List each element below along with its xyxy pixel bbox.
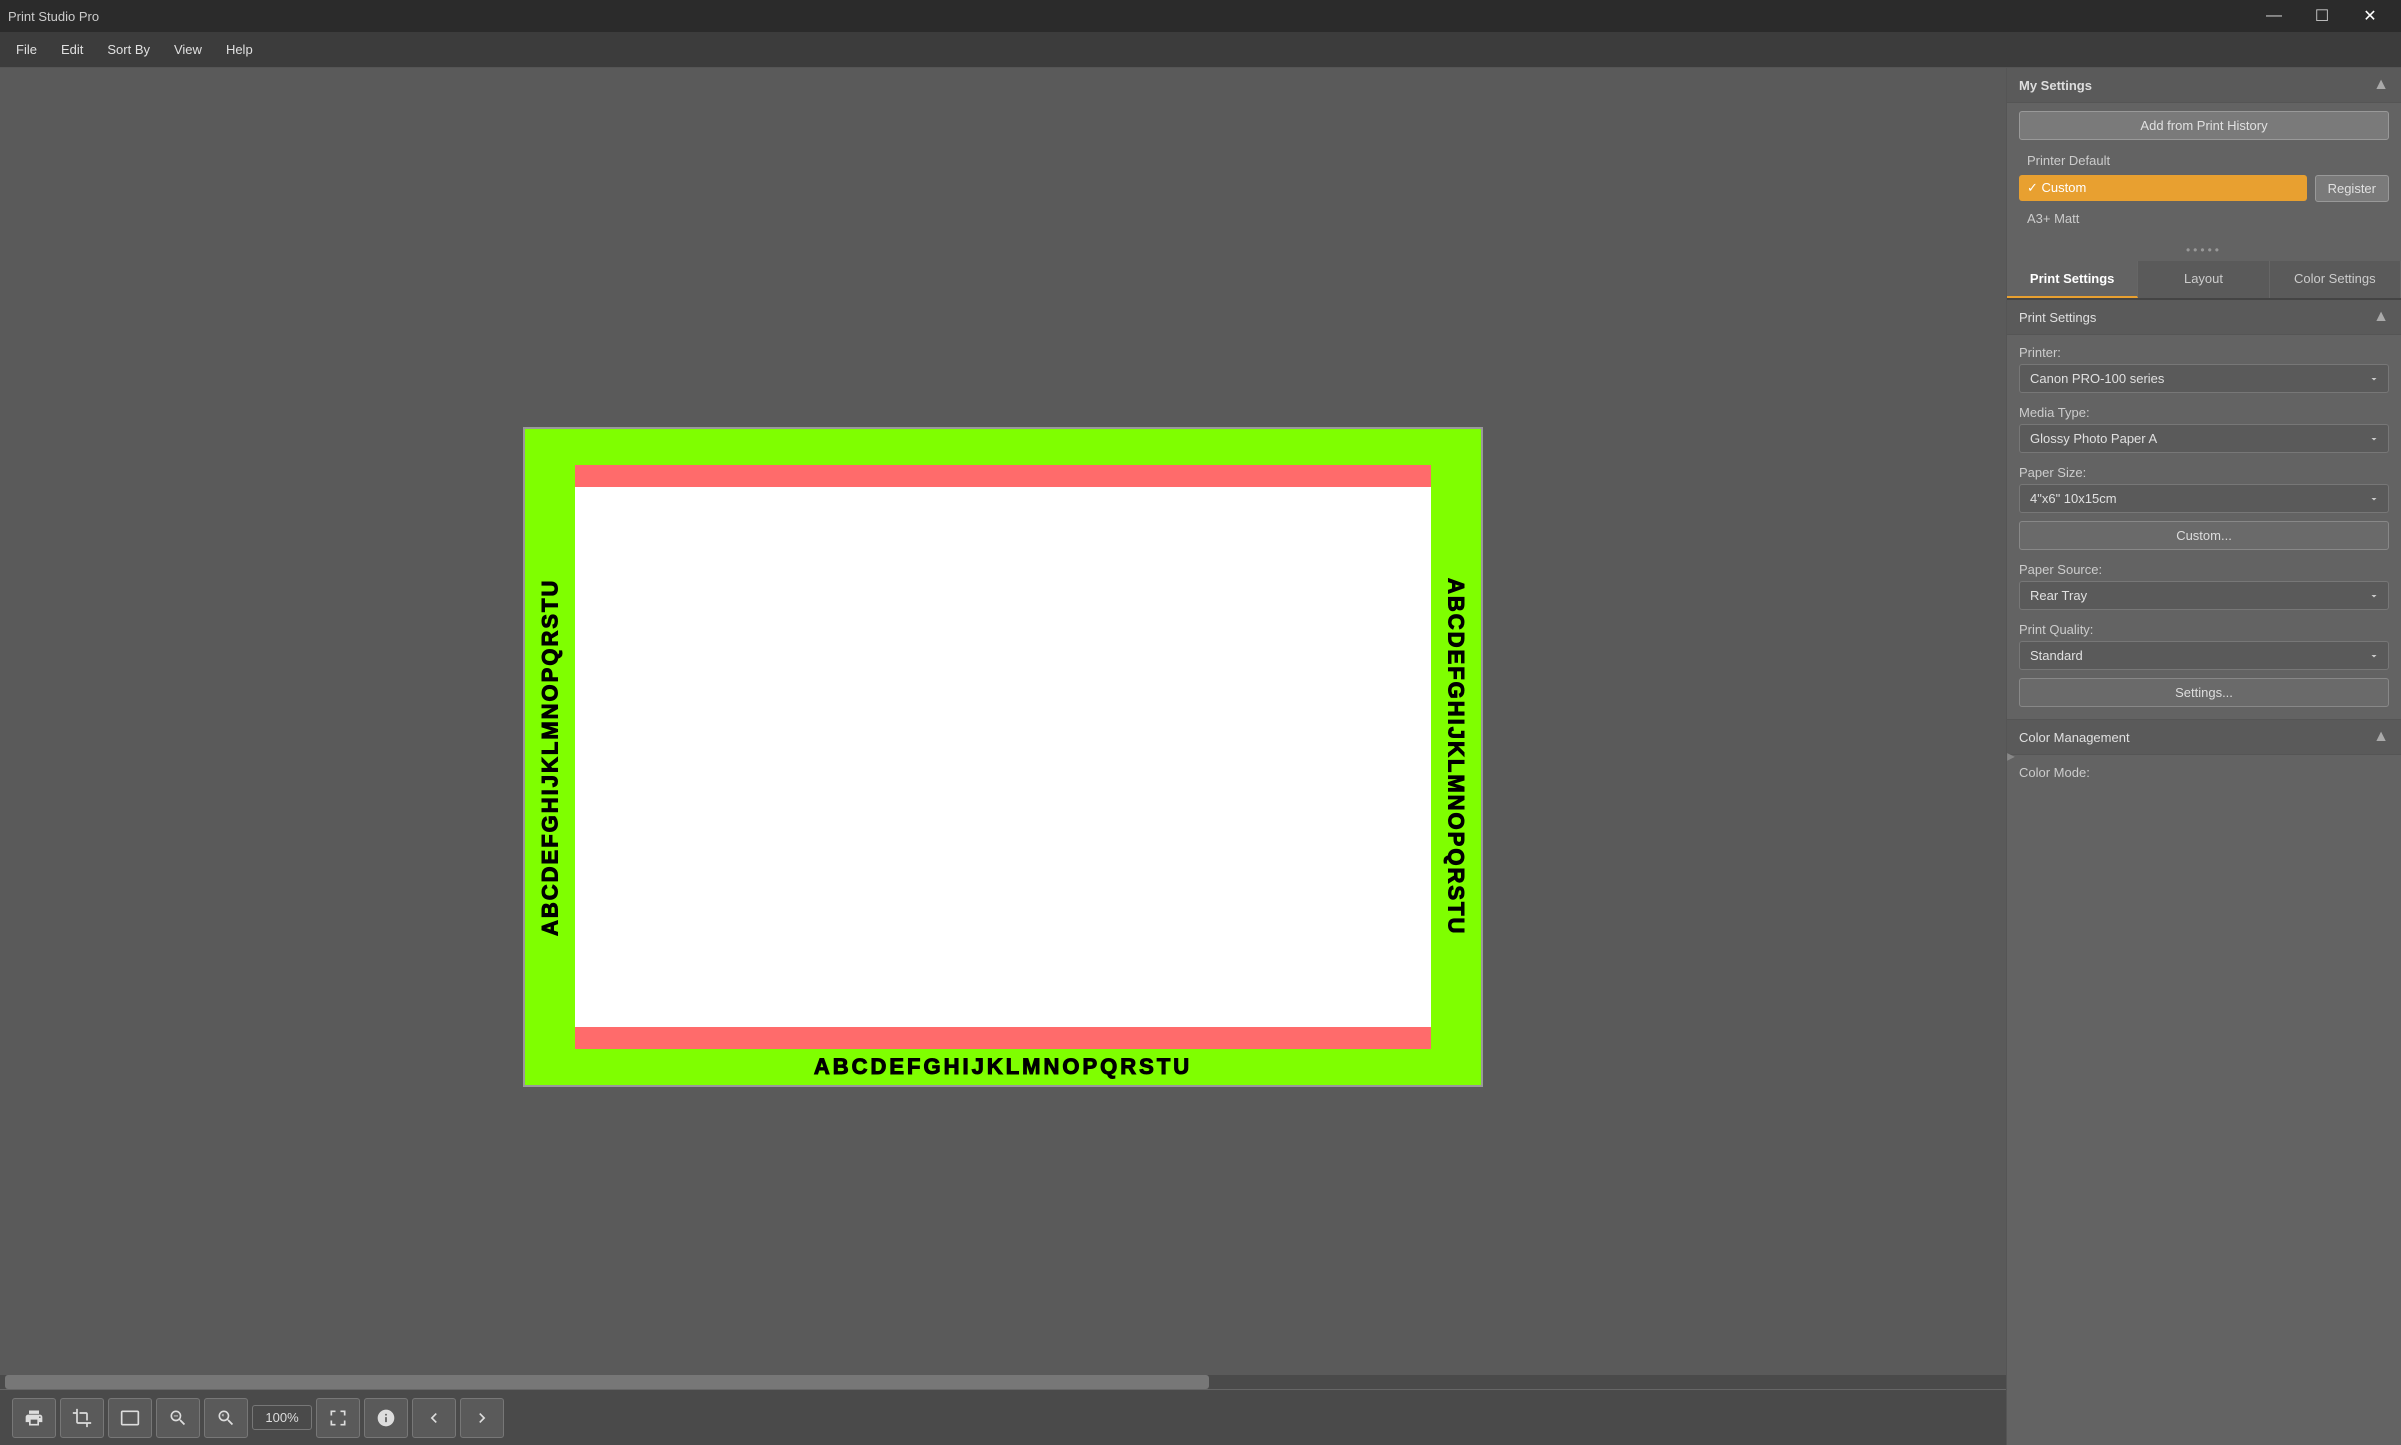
paper-size-label: Paper Size: <box>2019 465 2389 480</box>
print-settings-section-title: Print Settings <box>2019 310 2096 325</box>
print-quality-label: Print Quality: <box>2019 622 2389 637</box>
menu-edit[interactable]: Edit <box>49 38 95 61</box>
media-type-group: Media Type: Glossy Photo Paper A Glossy … <box>2007 405 2401 453</box>
printer-select[interactable]: Canon PRO-100 series Canon PRO-10 series… <box>2019 364 2389 393</box>
window-controls: — ☐ ✕ <box>2251 0 2393 32</box>
border-red-bottom <box>575 1027 1431 1049</box>
my-settings-collapse-button[interactable]: ▲ <box>2373 76 2389 94</box>
tab-color-settings[interactable]: Color Settings <box>2270 261 2401 298</box>
color-management-section: Color Management ▲ Color Mode: <box>2007 719 2401 780</box>
my-settings-section: My Settings ▲ Add from Print History Pri… <box>2007 68 2401 239</box>
printer-label: Printer: <box>2019 345 2389 360</box>
tool-zoom-out-button[interactable] <box>156 1398 200 1438</box>
letter-strip-bottom: ABCDEFGHIJKLMNOPQRSTU <box>525 1049 1481 1085</box>
canvas-area: ABCDEFGHIJKLMNOPQRSTU ABCDEFGHIJKLMNOPQR… <box>0 68 2006 1445</box>
letter-strip-left: ABCDEFGHIJKLMNOPQRSTU <box>525 429 575 1085</box>
paper-size-select[interactable]: 4"x6" 10x15cm 5"x7" 13x18cm A4 Letter <box>2019 484 2389 513</box>
scrollbar-thumb-horizontal[interactable] <box>5 1375 1209 1389</box>
print-settings-collapse-button[interactable]: ▲ <box>2373 308 2389 326</box>
tool-crop-button[interactable] <box>60 1398 104 1438</box>
tab-print-settings[interactable]: Print Settings <box>2007 261 2138 298</box>
paper-source-group: Paper Source: Rear Tray Manual Feed <box>2007 562 2401 610</box>
tool-display-button[interactable] <box>108 1398 152 1438</box>
print-settings-panel: Print Settings ▲ Printer: Canon PRO-100 … <box>2007 300 2401 1445</box>
custom-paper-button[interactable]: Custom... <box>2019 521 2389 550</box>
media-type-label: Media Type: <box>2019 405 2389 420</box>
printer-group: Printer: Canon PRO-100 series Canon PRO-… <box>2007 345 2401 393</box>
paper-source-label: Paper Source: <box>2019 562 2389 577</box>
menu-help[interactable]: Help <box>214 38 265 61</box>
my-settings-header: My Settings ▲ <box>2007 68 2401 103</box>
print-settings-section-header: Print Settings ▲ <box>2007 300 2401 335</box>
add-from-history-button[interactable]: Add from Print History <box>2019 111 2389 140</box>
tab-layout[interactable]: Layout <box>2138 261 2269 298</box>
custom-settings-row: Custom Register <box>2019 173 2389 202</box>
tool-zoom-in-button[interactable] <box>204 1398 248 1438</box>
tabs: Print Settings Layout Color Settings <box>2007 261 2401 300</box>
border-red-top <box>575 465 1431 487</box>
color-mode-label: Color Mode: <box>2019 765 2389 780</box>
menu-view[interactable]: View <box>162 38 214 61</box>
tool-prev-button[interactable] <box>412 1398 456 1438</box>
settings-list: Printer Default Custom Register A3+ Matt <box>2007 148 2401 239</box>
app-title: Print Studio Pro <box>8 9 2251 24</box>
bottom-toolbar: 100% <box>0 1389 2006 1445</box>
zoom-level: 100% <box>252 1405 312 1430</box>
main-content: ABCDEFGHIJKLMNOPQRSTU ABCDEFGHIJKLMNOPQR… <box>0 68 2401 1445</box>
register-button[interactable]: Register <box>2315 175 2389 202</box>
print-canvas[interactable]: ABCDEFGHIJKLMNOPQRSTU ABCDEFGHIJKLMNOPQR… <box>523 427 1483 1087</box>
print-quality-select[interactable]: Standard High Draft <box>2019 641 2389 670</box>
color-management-header: Color Management ▲ <box>2007 720 2401 755</box>
a3matt-settings-item[interactable]: A3+ Matt <box>2019 206 2389 231</box>
tool-fit-button[interactable] <box>316 1398 360 1438</box>
my-settings-title: My Settings <box>2019 78 2092 93</box>
menu-sortby[interactable]: Sort By <box>95 38 162 61</box>
titlebar: Print Studio Pro — ☐ ✕ <box>0 0 2401 32</box>
tool-print-button[interactable] <box>12 1398 56 1438</box>
menu-file[interactable]: File <box>4 38 49 61</box>
paper-size-group: Paper Size: 4"x6" 10x15cm 5"x7" 13x18cm … <box>2007 465 2401 550</box>
color-mode-group: Color Mode: <box>2007 765 2401 780</box>
paper-source-select[interactable]: Rear Tray Manual Feed <box>2019 581 2389 610</box>
custom-settings-item[interactable]: Custom <box>2019 175 2307 201</box>
right-panel: My Settings ▲ Add from Print History Pri… <box>2006 68 2401 1445</box>
printer-default-item[interactable]: Printer Default <box>2019 148 2389 173</box>
tool-info-button[interactable] <box>364 1398 408 1438</box>
settings-advanced-button[interactable]: Settings... <box>2019 678 2389 707</box>
print-quality-group: Print Quality: Standard High Draft Setti… <box>2007 622 2401 707</box>
media-type-select[interactable]: Glossy Photo Paper A Glossy Photo Paper … <box>2019 424 2389 453</box>
border-green-top <box>525 429 1481 465</box>
minimize-button[interactable]: — <box>2251 0 2297 32</box>
drag-handle: ••••• <box>2007 239 2401 261</box>
tool-next-button[interactable] <box>460 1398 504 1438</box>
close-button[interactable]: ✕ <box>2347 0 2393 32</box>
maximize-button[interactable]: ☐ <box>2299 0 2345 32</box>
letter-strip-right: ABCDEFGHIJKLMNOPQRSTU <box>1431 429 1481 1085</box>
color-management-collapse-button[interactable]: ▲ <box>2373 728 2389 746</box>
panel-resize-handle[interactable] <box>2007 68 2015 1445</box>
color-management-title: Color Management <box>2019 730 2130 745</box>
horizontal-scrollbar[interactable] <box>0 1375 2006 1389</box>
menubar: File Edit Sort By View Help <box>0 32 2401 68</box>
